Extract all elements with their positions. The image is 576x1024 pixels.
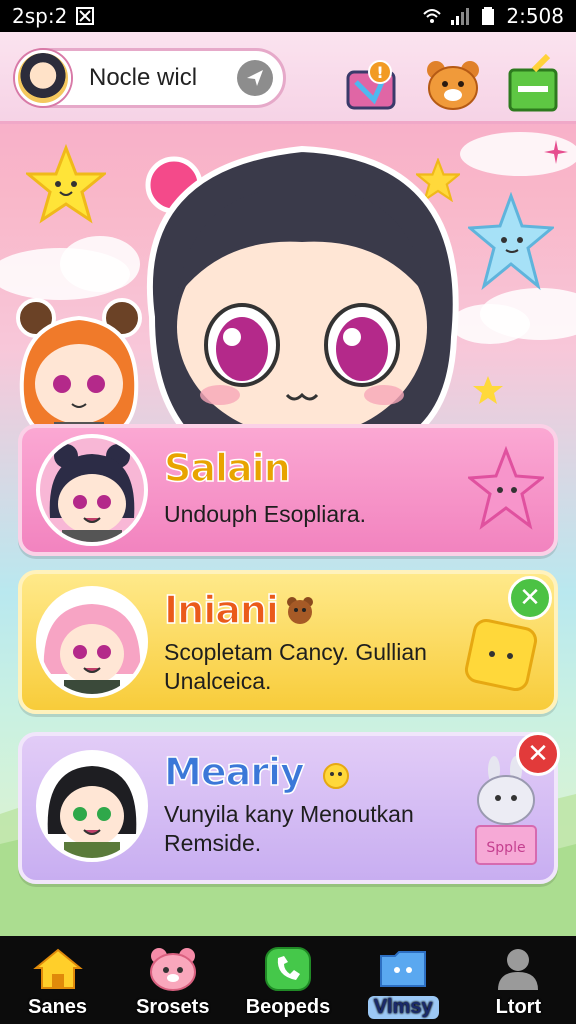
search-input[interactable]: Nocle wicl bbox=[71, 64, 237, 92]
card-title: Salain bbox=[163, 445, 291, 491]
status-time: 2:508 bbox=[506, 4, 564, 28]
card-title: Meariy bbox=[163, 749, 305, 795]
nav-label: Beopeds bbox=[245, 996, 331, 1018]
nav-label: Ltort bbox=[495, 996, 542, 1018]
card-avatar bbox=[36, 750, 148, 862]
card-description: Vunyila kany Menoutkan Remside. bbox=[164, 801, 414, 856]
nav-item-ltort[interactable]: Ltort bbox=[463, 946, 573, 1019]
gift-sticker-text: Spple bbox=[486, 840, 525, 856]
battery-icon bbox=[482, 7, 495, 25]
navigate-icon[interactable] bbox=[237, 60, 273, 96]
card-avatar bbox=[36, 434, 148, 546]
home-icon bbox=[32, 948, 83, 989]
dismiss-button[interactable]: ✕ bbox=[508, 576, 552, 620]
card-title: Iniani bbox=[163, 587, 279, 633]
hero-character-illustration bbox=[145, 145, 459, 457]
signal-icon bbox=[451, 8, 470, 25]
character-card-salain[interactable]: Salain Undouph Esopliara. bbox=[18, 424, 558, 556]
nav-item-beopeds[interactable]: Beopeds bbox=[233, 946, 343, 1019]
notification-icon bbox=[76, 7, 95, 25]
star-smile-icon bbox=[26, 144, 106, 224]
bear-face-icon[interactable] bbox=[424, 58, 482, 112]
sun-sticker-icon bbox=[323, 763, 349, 789]
wifi-icon bbox=[423, 9, 442, 23]
nav-item-srosets[interactable]: Srosets bbox=[118, 946, 228, 1019]
card-description: Scopletam Cancy. Gullian Unalceica. bbox=[164, 639, 427, 694]
header: Nocle wicl ! bbox=[0, 32, 576, 124]
shopping-bag-icon[interactable] bbox=[504, 52, 562, 114]
alert-badge: ! bbox=[376, 63, 383, 82]
character-card-iniani[interactable]: Iniani Scopletam Cancy. Gullian Unalceic… bbox=[18, 570, 558, 714]
card-description: Undouph Esopliara. bbox=[164, 501, 367, 527]
small-star-icon bbox=[473, 376, 503, 404]
map-pin-icon[interactable]: ! bbox=[344, 60, 400, 112]
bear-sticker-icon bbox=[287, 597, 313, 624]
profile-icon bbox=[498, 949, 539, 990]
folder-icon bbox=[380, 951, 427, 987]
nav-label: Sanes bbox=[28, 996, 88, 1018]
yellow-block-icon bbox=[464, 618, 538, 692]
bottom-navigation: Sanes Srosets Beopeds Vlmsy Ltort bbox=[0, 936, 576, 1024]
phone-icon bbox=[264, 947, 311, 991]
sparkle-icon bbox=[544, 140, 568, 164]
status-bar: 2sp:2 2:508 bbox=[0, 0, 576, 32]
card-avatar bbox=[36, 586, 148, 698]
close-button[interactable]: ✕ bbox=[516, 732, 560, 776]
nav-item-vlmsy[interactable]: Vlmsy bbox=[348, 946, 458, 1019]
bear-icon bbox=[149, 948, 196, 991]
app-content: Nocle wicl ! Salain Undouph Esopliara. I… bbox=[0, 32, 576, 936]
bear-ear-character-illustration bbox=[16, 298, 142, 444]
search-bar[interactable]: Nocle wicl bbox=[14, 48, 286, 108]
status-left-text: 2sp:2 bbox=[12, 4, 68, 28]
nav-label: Srosets bbox=[136, 996, 210, 1018]
user-avatar[interactable] bbox=[15, 50, 71, 106]
crystal-star-icon bbox=[468, 192, 554, 291]
nav-label-active: Vlmsy bbox=[367, 996, 439, 1019]
character-card-meariy[interactable]: Meariy Vunyila kany Menoutkan Remside. S… bbox=[18, 732, 560, 884]
pink-star-icon bbox=[468, 446, 544, 530]
nav-item-home[interactable]: Sanes bbox=[3, 946, 113, 1019]
